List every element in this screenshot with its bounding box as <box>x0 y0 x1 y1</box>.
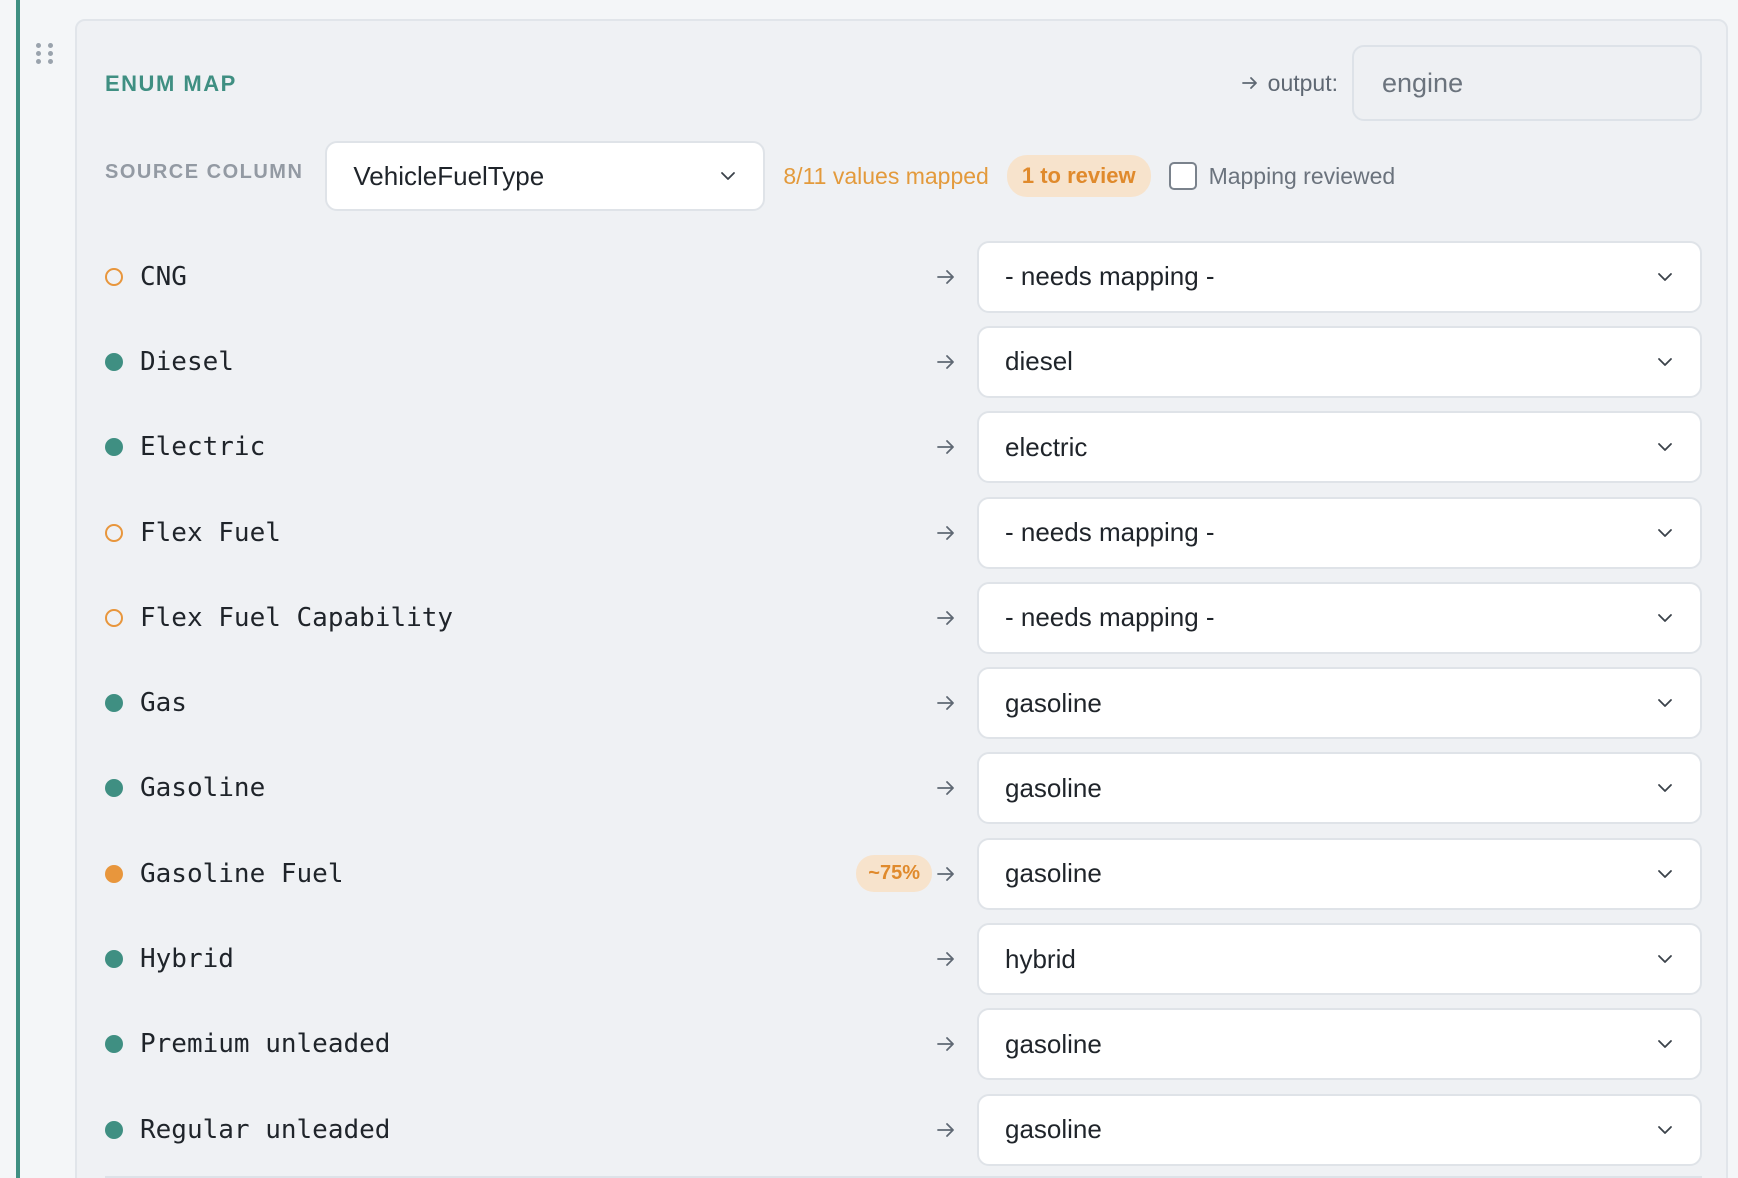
arrow-right-icon <box>937 525 954 540</box>
arrow-right-icon <box>937 1122 954 1137</box>
source-column-value: VehicleFuelType <box>353 160 545 191</box>
chevron-down-icon <box>1658 528 1672 537</box>
target-value: - needs mapping - <box>1005 517 1215 548</box>
chevron-down-icon <box>1658 1125 1672 1134</box>
filled-dot-icon <box>105 1035 123 1054</box>
source-value: Gasoline <box>140 773 266 804</box>
arrow-right-icon <box>1241 77 1257 89</box>
filled-dot-icon <box>105 1120 123 1139</box>
arrow-right-icon <box>937 866 954 881</box>
source-value: Flex Fuel Capability <box>140 602 454 633</box>
target-value: gasoline <box>1005 687 1102 718</box>
target-value: hybrid <box>1005 943 1076 974</box>
mapping-rows: CNG - needs mapping - Diesel diesel Electric… <box>105 234 1702 1172</box>
mapping-row: Flex Fuel Capability - needs mapping - <box>105 575 1702 660</box>
target-value-select[interactable]: gasoline <box>977 1008 1702 1081</box>
target-value: gasoline <box>1005 772 1102 803</box>
arrow-right-icon <box>937 610 954 625</box>
target-value: diesel <box>1005 346 1073 377</box>
source-value: Flex Fuel <box>140 517 281 548</box>
mapping-reviewed-label: Mapping reviewed <box>1208 162 1396 189</box>
arrow-right-icon <box>937 1037 954 1052</box>
left-accent-rail <box>16 0 20 1178</box>
mapping-row: Premium unleaded gasoline <box>105 1002 1702 1087</box>
source-value: Premium unleaded <box>140 1029 391 1060</box>
arrow-right-icon <box>937 781 954 796</box>
mapping-row: Diesel diesel <box>105 319 1702 404</box>
filled-dot-icon <box>105 694 123 713</box>
chevron-down-icon <box>1658 443 1672 452</box>
source-value: CNG <box>140 261 187 292</box>
output-label: output: <box>1267 69 1338 96</box>
mapping-row: Hybrid hybrid <box>105 916 1702 1001</box>
chevron-down-icon <box>1658 784 1672 793</box>
chevron-down-icon <box>1658 1040 1672 1049</box>
source-column-select[interactable]: VehicleFuelType <box>325 141 766 211</box>
output-label-group: output: <box>1240 70 1338 97</box>
chevron-down-icon <box>1658 358 1672 366</box>
target-value-select[interactable]: - needs mapping - <box>977 581 1702 654</box>
source-value: Regular unleaded <box>140 1114 391 1145</box>
mapped-count: 8/11 values mapped <box>783 162 989 189</box>
chevron-down-icon <box>1658 272 1672 281</box>
filled-dot-icon <box>105 352 123 371</box>
hollow-dot-icon <box>105 267 123 286</box>
arrow-right-icon <box>937 355 954 369</box>
output-name-input[interactable] <box>1352 45 1702 121</box>
chevron-down-icon <box>1658 613 1672 622</box>
page: ENUM MAP output: SOURCE COLUMN VehicleFu… <box>0 0 1738 1178</box>
mapping-row: Gasoline Fuel ~75% gasoline <box>105 831 1702 916</box>
target-value-select[interactable]: hybrid <box>977 923 1702 996</box>
target-value: electric <box>1005 431 1088 462</box>
mapping-reviewed-checkbox[interactable] <box>1168 162 1197 190</box>
source-column-label: SOURCE COLUMN <box>105 160 304 183</box>
source-value: Hybrid <box>140 944 234 975</box>
chevron-down-icon <box>1658 869 1672 878</box>
target-value-select[interactable]: - needs mapping - <box>977 240 1702 313</box>
mapping-row: Gas gasoline <box>105 660 1702 745</box>
enum-map-card: ENUM MAP output: SOURCE COLUMN VehicleFu… <box>75 19 1728 1178</box>
drag-handle-icon[interactable] <box>36 42 54 66</box>
review-badge: 1 to review <box>1006 155 1151 197</box>
mapping-row: Gasoline gasoline <box>105 746 1702 831</box>
source-value: Electric <box>140 432 266 463</box>
chevron-down-icon <box>1658 955 1672 963</box>
target-value-select[interactable]: diesel <box>977 325 1702 398</box>
target-value-select[interactable]: - needs mapping - <box>977 496 1702 569</box>
hollow-dot-icon <box>105 608 123 627</box>
target-value: - needs mapping - <box>1005 261 1215 292</box>
source-value: Gas <box>140 688 187 719</box>
arrow-right-icon <box>937 952 954 966</box>
chevron-down-icon <box>1658 699 1672 708</box>
mapping-row: CNG - needs mapping - <box>105 234 1702 319</box>
confidence-badge: ~75% <box>856 855 932 893</box>
source-column-row: SOURCE COLUMN VehicleFuelType 8/11 value… <box>105 139 1702 213</box>
chevron-down-icon <box>721 172 736 180</box>
target-value-select[interactable]: gasoline <box>977 667 1702 740</box>
filled-dot-icon <box>105 779 123 798</box>
mapping-reviewed-toggle[interactable]: Mapping reviewed <box>1168 162 1396 190</box>
target-value-select[interactable]: gasoline <box>977 1093 1702 1166</box>
source-value: Diesel <box>140 346 234 377</box>
target-value-select[interactable]: electric <box>977 411 1702 484</box>
arrow-right-icon <box>937 269 954 284</box>
filled-dot-icon <box>105 438 123 457</box>
target-value: gasoline <box>1005 858 1102 889</box>
arrow-right-icon <box>937 696 954 711</box>
source-value: Gasoline Fuel <box>140 858 344 889</box>
mapping-row: Regular unleaded gasoline <box>105 1087 1702 1172</box>
mapping-row: Electric electric <box>105 405 1702 490</box>
output-field-group: output: <box>1240 45 1702 121</box>
target-value: - needs mapping - <box>1005 602 1215 633</box>
target-value-select[interactable]: gasoline <box>977 837 1702 910</box>
mapping-row: Flex Fuel - needs mapping - <box>105 490 1702 575</box>
filled-dot-icon <box>105 950 123 969</box>
card-title: ENUM MAP <box>105 71 237 96</box>
target-value: gasoline <box>1005 1028 1102 1059</box>
filled-dot-icon <box>105 864 123 883</box>
target-value: gasoline <box>1005 1114 1102 1145</box>
arrow-right-icon <box>937 440 954 455</box>
target-value-select[interactable]: gasoline <box>977 752 1702 825</box>
hollow-dot-icon <box>105 523 123 542</box>
